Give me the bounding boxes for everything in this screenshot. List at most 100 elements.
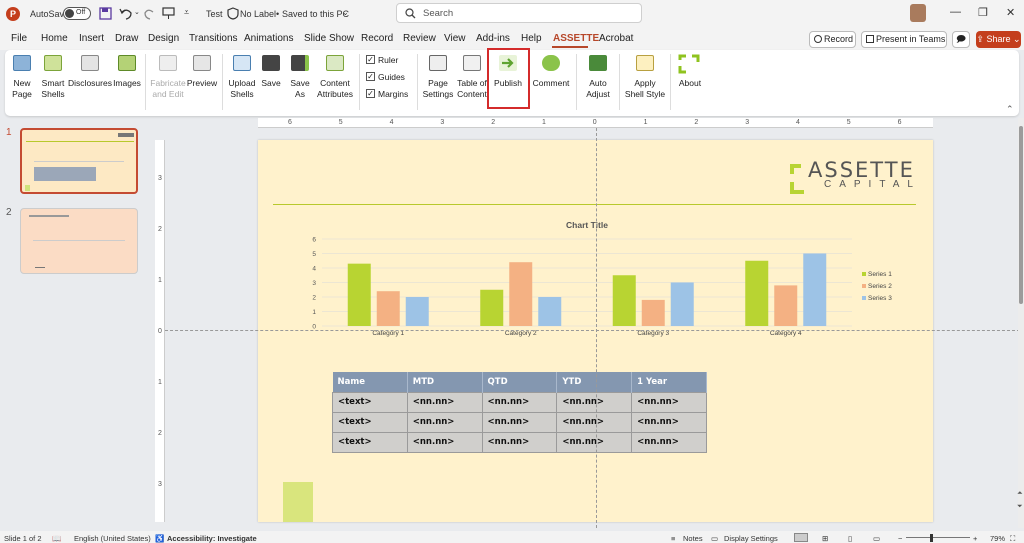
content-attributes-label: Content Attributes: [317, 78, 353, 99]
scroll-page-down-icon[interactable]: ⏷: [1017, 503, 1023, 511]
collapse-ribbon-icon[interactable]: ⌃: [1006, 104, 1014, 115]
slide-number-2: 2: [6, 207, 12, 218]
bar-2-2: [509, 262, 533, 326]
tab-record[interactable]: Record: [361, 33, 393, 44]
tab-slide-show[interactable]: Slide Show: [304, 33, 354, 44]
vertical-guide[interactable]: [596, 128, 597, 528]
undo-icon[interactable]: [119, 7, 133, 20]
zoom-slider-track[interactable]: [906, 537, 970, 538]
x-tick-label: Category 2: [505, 330, 537, 337]
accessibility-status[interactable]: Accessibility: Investigate: [167, 534, 257, 543]
slide-counter: Slide 1 of 2: [4, 534, 42, 543]
logo-subtitle: CAPITAL: [824, 179, 921, 190]
undo-dropdown-icon[interactable]: ⌄: [134, 8, 140, 16]
display-settings-button[interactable]: Display Settings: [724, 534, 778, 543]
tab-review[interactable]: Review: [403, 33, 436, 44]
tab-add-ins[interactable]: Add-ins: [476, 33, 510, 44]
y-tick-label: 1: [312, 309, 316, 316]
tab-home[interactable]: Home: [41, 33, 68, 44]
tab-insert[interactable]: Insert: [79, 33, 104, 44]
user-avatar[interactable]: [910, 4, 926, 22]
share-button[interactable]: ⇪ Share ⌄: [976, 31, 1021, 48]
scroll-page-up-icon[interactable]: ⏶: [1017, 490, 1023, 498]
bar-3-3: [670, 282, 694, 326]
table-cell: <nn.nn>: [406, 431, 483, 453]
table-cell: <nn.nn>: [481, 431, 558, 453]
tab-draw[interactable]: Draw: [115, 33, 138, 44]
ruler-tick-label: 4: [796, 119, 800, 126]
share-icon: ⇪: [976, 34, 984, 44]
zoom-level[interactable]: 79%: [990, 534, 1005, 543]
present-icon[interactable]: [162, 7, 175, 20]
comment-icon: [542, 55, 560, 71]
green-accent-block[interactable]: [283, 482, 313, 522]
table-header-row: Name MTD QTD YTD 1 Year: [332, 372, 707, 392]
autosave-toggle[interactable]: Off: [63, 7, 91, 20]
column-header-mtd: MTD: [407, 372, 483, 392]
spelling-icon[interactable]: 📖: [52, 534, 61, 543]
zoom-out-icon[interactable]: −: [898, 534, 902, 543]
display-settings-icon[interactable]: ▭: [711, 534, 718, 543]
accessibility-icon[interactable]: ♿: [155, 534, 164, 543]
y-tick-label: 6: [312, 237, 316, 244]
tab-design[interactable]: Design: [148, 33, 179, 44]
notes-button[interactable]: Notes: [683, 534, 703, 543]
present-in-teams-button[interactable]: Present in Teams: [861, 31, 947, 48]
save-status-chevron-icon[interactable]: ⌄: [342, 8, 349, 17]
close-icon[interactable]: ✕: [1006, 6, 1015, 19]
notes-icon[interactable]: ≡: [671, 534, 675, 543]
smart-shells-label: Smart Shells: [41, 78, 65, 99]
ruler-tick-label: 3: [158, 175, 162, 182]
search-input[interactable]: Search: [396, 3, 642, 23]
legend-label: Series 2: [868, 283, 892, 290]
tab-help[interactable]: Help: [521, 33, 542, 44]
redo-icon[interactable]: [143, 7, 156, 20]
restore-icon[interactable]: ❐: [978, 6, 988, 19]
slide-number-1: 1: [6, 127, 12, 138]
ruler-tick-label: 1: [158, 277, 162, 284]
autosave-state: Off: [76, 9, 86, 16]
tab-assette[interactable]: ASSETTE: [553, 33, 599, 44]
y-tick-label: 2: [312, 295, 316, 302]
thumb-chart: [34, 150, 124, 162]
normal-view-icon[interactable]: [794, 533, 808, 542]
ribbon-separator: [670, 54, 671, 110]
ruler-tick-label: 2: [158, 430, 162, 437]
performance-table[interactable]: Name MTD QTD YTD 1 Year <text> <nn.nn> <…: [332, 372, 707, 453]
slide-thumbnail-1[interactable]: [20, 128, 138, 194]
header-divider: [273, 204, 916, 205]
bar-chart[interactable]: Chart Title0123456Category 1 Category 2 Ca…: [300, 215, 920, 345]
fit-to-window-icon[interactable]: ⛶: [1010, 534, 1015, 543]
ribbon-separator: [576, 54, 577, 110]
tab-file[interactable]: File: [11, 33, 27, 44]
sensitivity-label[interactable]: No Label: [240, 9, 276, 19]
margins-checkbox-label: Margins: [378, 89, 409, 99]
ribbon-separator: [417, 54, 418, 110]
bar-2-1: [376, 291, 400, 326]
language-status[interactable]: English (United States): [74, 534, 151, 543]
ruler-tick-label: 6: [288, 119, 292, 126]
slideshow-view-icon[interactable]: ▭: [873, 534, 880, 543]
bar-1-1: [347, 263, 371, 326]
save-status[interactable]: Saved to this PC: [282, 9, 349, 19]
tab-acrobat[interactable]: Acrobat: [599, 33, 633, 44]
tab-transitions[interactable]: Transitions: [189, 33, 238, 44]
images-label: Images: [113, 78, 141, 88]
tab-animations[interactable]: Animations: [244, 33, 293, 44]
customize-toolbar-icon[interactable]: ⩡: [184, 7, 189, 18]
horizontal-guide[interactable]: [165, 330, 1020, 331]
minimize-icon[interactable]: —: [950, 6, 961, 18]
tab-view[interactable]: View: [444, 33, 466, 44]
zoom-in-icon[interactable]: +: [973, 534, 977, 543]
bar-1-4: [745, 260, 769, 326]
comments-button[interactable]: 🗩: [952, 31, 970, 48]
reading-view-icon[interactable]: ▯: [848, 534, 852, 543]
save-icon[interactable]: [99, 7, 112, 20]
table-cell: <text>: [332, 411, 408, 433]
slide-sorter-icon[interactable]: ⊞: [822, 534, 828, 543]
table-cell: <nn.nn>: [631, 411, 707, 433]
scrollbar-thumb[interactable]: [1019, 126, 1023, 304]
record-button[interactable]: Record: [809, 31, 856, 48]
zoom-slider-thumb[interactable]: [930, 534, 933, 542]
slide-thumbnail-2[interactable]: [20, 208, 138, 274]
